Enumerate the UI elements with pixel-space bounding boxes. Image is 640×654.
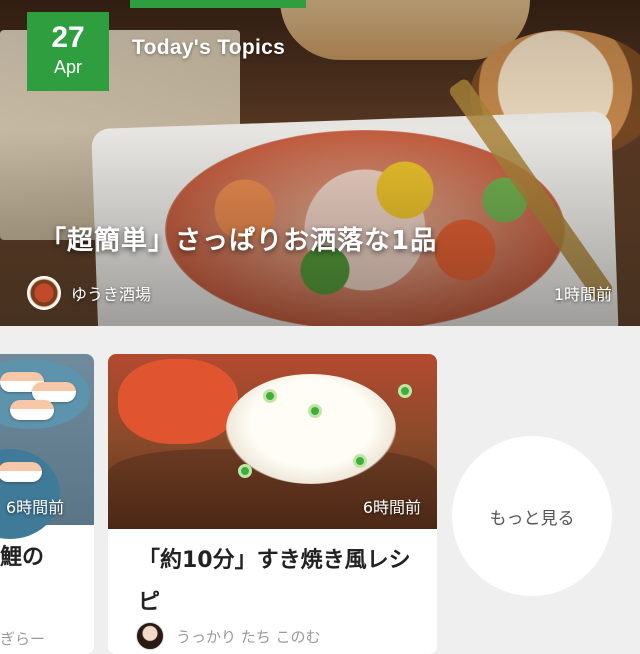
date-badge: 27 Apr	[27, 12, 109, 91]
card-title: 「約10分」すき焼き風レシピ	[138, 548, 411, 615]
hero-author-name: ゆうき酒場	[71, 285, 152, 304]
photo-sushi	[32, 382, 76, 402]
photo-sushi	[0, 462, 42, 482]
hero-timestamp: 1時間前	[553, 285, 612, 304]
date-month: Apr	[53, 57, 82, 77]
author-avatar	[27, 276, 61, 310]
recipe-card[interactable]: 6時間前 鯉の ぎらー	[0, 354, 94, 654]
author-avatar	[136, 622, 164, 650]
recipe-card[interactable]: 6時間前 「約10分」すき焼き風レシピ うっかり たち このむ	[108, 354, 437, 654]
card-author: うっかり たち このむ	[136, 622, 321, 650]
photo-scallion	[238, 464, 252, 478]
card-timestamp: 6時間前	[6, 498, 65, 517]
photo-scallion	[398, 384, 412, 398]
photo-scallion	[353, 454, 367, 468]
photo-scallion	[308, 404, 322, 418]
card-author-name: うっかり たち このむ	[176, 627, 321, 646]
hero-topic-card[interactable]: 27 Apr Today's Topics 「超簡単」さっぱりお洒落な1品 ゆう…	[0, 0, 640, 326]
photo-sushi	[10, 400, 54, 420]
photo-tomato	[118, 359, 238, 444]
card-author-name: ぎらー	[0, 630, 46, 648]
see-more-button[interactable]: もっと見る	[452, 436, 612, 596]
section-title: Today's Topics	[132, 36, 286, 59]
card-title: 鯉の	[0, 545, 45, 570]
card-timestamp: 6時間前	[362, 498, 421, 517]
hero-author[interactable]: ゆうき酒場	[27, 276, 151, 310]
date-day: 27	[51, 21, 85, 54]
active-page-indicator	[130, 0, 306, 8]
see-more-label: もっと見る	[489, 508, 575, 529]
hero-headline[interactable]: 「超簡単」さっぱりお洒落な1品	[40, 220, 437, 257]
photo-scallion	[263, 389, 277, 403]
